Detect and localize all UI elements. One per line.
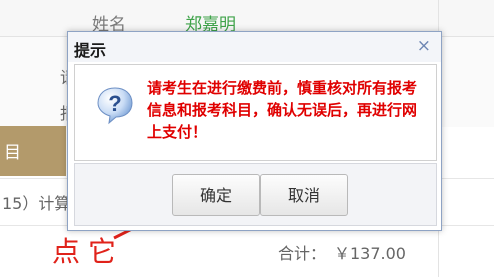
confirm-dialog: 提示 × ? 请考生在进行缴费前，慎重核对所有报考信息和报考科目，确认无误后，再… <box>67 31 442 231</box>
dialog-header: 提示 × <box>68 32 441 62</box>
dialog-footer: 确定 取消 <box>74 163 437 226</box>
close-icon[interactable]: × <box>417 36 431 56</box>
total-value: ￥137.00 <box>334 244 406 263</box>
total-label: 合计： <box>278 244 327 263</box>
question-icon: ? <box>97 87 133 125</box>
dialog-title: 提示 <box>74 41 107 60</box>
dialog-message: 请考生在进行缴费前，慎重核对所有报考信息和报考科目，确认无误后，再进行网上支付！ <box>147 79 418 141</box>
confirm-button[interactable]: 确定 <box>172 174 260 216</box>
subject-tab-label: 目 <box>4 143 21 163</box>
cancel-button[interactable]: 取消 <box>260 174 348 216</box>
row-subject-text: 15）计算 <box>2 194 71 213</box>
svg-text:?: ? <box>108 91 121 116</box>
dialog-body: ? 请考生在进行缴费前，慎重核对所有报考信息和报考科目，确认无误后，再进行网上支… <box>74 64 437 161</box>
